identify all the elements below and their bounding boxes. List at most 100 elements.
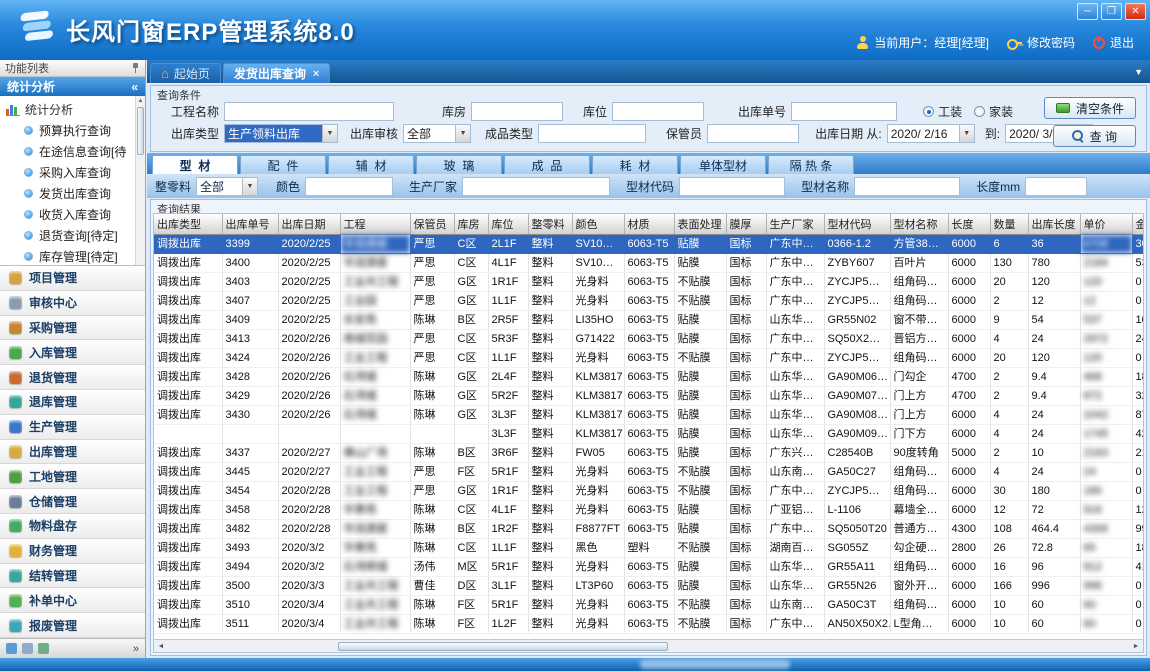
sidebar-menu-item[interactable]: 采购管理 [0, 316, 145, 341]
material-tab[interactable]: 型 材 [152, 155, 238, 174]
table-row[interactable]: 调拨出库35002020/3/3工业共工程曹佳D区3L1F整料LT3P60606… [154, 576, 1144, 595]
column-header[interactable]: 出库日期 [278, 214, 340, 234]
column-header[interactable]: 出库单号 [222, 214, 278, 234]
sidebar-menu-item[interactable]: 结转管理 [0, 564, 145, 589]
logout-button[interactable]: 退出 [1093, 34, 1134, 51]
horizontal-scrollbar[interactable]: ◄ ► [154, 639, 1143, 652]
table-row[interactable]: 调拨出库34092020/2/25长安苑陈琳B区2R5F整料LI35HO6063… [154, 310, 1144, 329]
tree-item[interactable]: 采购入库查询 [4, 162, 145, 183]
column-header[interactable]: 膜厚 [726, 214, 766, 234]
sidebar-menu-item[interactable]: 报废管理 [0, 613, 145, 638]
tree-item[interactable]: 收货入库查询 [4, 204, 145, 225]
sidebar-menu-item[interactable]: 物料盘存 [0, 514, 145, 539]
location-input[interactable] [612, 102, 704, 121]
tab-list-caret-icon[interactable]: ▼ [1134, 67, 1143, 77]
column-header[interactable]: 单价 [1080, 214, 1132, 234]
chevron-down-icon[interactable] [242, 178, 257, 195]
tree-item[interactable]: 发货出库查询 [4, 183, 145, 204]
column-header[interactable]: 生产厂家 [766, 214, 824, 234]
column-header[interactable]: 库位 [488, 214, 528, 234]
material-tab[interactable]: 成 品 [504, 155, 590, 174]
column-header[interactable]: 数量 [990, 214, 1028, 234]
tree-item[interactable]: 退货查询[待定] [4, 225, 145, 246]
scroll-right-icon[interactable]: ► [1129, 643, 1143, 650]
material-tab[interactable]: 单体型材 [680, 155, 766, 174]
accordion-statistics[interactable]: 统计分析 « [0, 77, 145, 96]
table-row[interactable]: 调拨出库34242020/2/26工业工程严思C区1L1F整料光身料6063-T… [154, 348, 1144, 367]
pin-icon[interactable] [131, 63, 140, 73]
sidebar-menu-item[interactable]: 补单中心 [0, 588, 145, 613]
sidebar-menu-item[interactable]: 生产管理 [0, 415, 145, 440]
column-header[interactable]: 出库长度 [1028, 214, 1080, 234]
table-row[interactable]: 3L3F整料KLM38176063-T5贴膜国标山东华…GA90M09…门下方6… [154, 424, 1144, 443]
table-row[interactable]: 调拨出库34072020/2/25工业园严思G区1L1F整料光身料6063-T5… [154, 291, 1144, 310]
material-tab[interactable]: 配 件 [240, 155, 326, 174]
tab-close-icon[interactable]: × [311, 68, 319, 80]
outbound-type-select[interactable]: 生产领料出库 [224, 124, 338, 143]
column-header[interactable]: 型材代码 [824, 214, 890, 234]
minimize-button[interactable]: ─ [1077, 3, 1098, 20]
warehouse-input[interactable] [471, 102, 563, 121]
table-row[interactable]: 调拨出库34822020/2/28华润源居陈琳B区1R2F整料F8877FT60… [154, 519, 1144, 538]
column-header[interactable]: 保管员 [410, 214, 454, 234]
footer-list-icon[interactable] [22, 643, 33, 654]
footer-tools-icon[interactable] [38, 643, 49, 654]
column-header[interactable]: 金额 [1132, 214, 1144, 234]
tree-item[interactable]: 在途信息查询[待 [4, 141, 145, 162]
column-header[interactable]: 库房 [454, 214, 488, 234]
manufacturer-input[interactable] [462, 177, 610, 196]
scroll-left-icon[interactable]: ◄ [154, 643, 168, 650]
sidebar-menu-item[interactable]: 出库管理 [0, 440, 145, 465]
tree-scrollbar[interactable]: ▲ [135, 96, 145, 265]
tab-start-page[interactable]: ⌂ 起始页 [150, 63, 221, 83]
product-type-input[interactable] [538, 124, 646, 143]
material-tab[interactable]: 隔 热 条 [768, 155, 854, 174]
sidebar-menu-item[interactable]: 审核中心 [0, 291, 145, 316]
profile-code-input[interactable] [679, 177, 785, 196]
table-row[interactable]: 调拨出库34292020/2/26石湾城陈琳G区5R2F整料KLM3817606… [154, 386, 1144, 405]
column-header[interactable]: 颜色 [572, 214, 624, 234]
sidebar-menu-item[interactable]: 退库管理 [0, 390, 145, 415]
color-input[interactable] [305, 177, 393, 196]
scroll-up-icon[interactable]: ▲ [136, 96, 145, 106]
sidebar-menu-item[interactable]: 仓储管理 [0, 489, 145, 514]
project-name-input[interactable] [224, 102, 394, 121]
column-header[interactable]: 工程 [340, 214, 410, 234]
table-row[interactable]: 调拨出库34582020/2/28华景苑陈琳C区4L1F整料光身料6063-T5… [154, 500, 1144, 519]
material-tab[interactable]: 玻 璃 [416, 155, 502, 174]
audit-select[interactable]: 全部 [403, 124, 471, 143]
table-row[interactable]: 调拨出库34302020/2/26石湾城陈琳G区3L3F整料KLM3817606… [154, 405, 1144, 424]
column-header[interactable]: 材质 [624, 214, 674, 234]
table-row[interactable]: 调拨出库33992020/2/25华润源居严思C区2L1F整料SV10…6063… [154, 234, 1144, 253]
keeper-input[interactable] [707, 124, 799, 143]
material-tab[interactable]: 耗 材 [592, 155, 678, 174]
clear-conditions-button[interactable]: 清空条件 [1044, 97, 1136, 119]
table-row[interactable]: 调拨出库34132020/2/26南城花园严思C区5R3F整料G71422606… [154, 329, 1144, 348]
column-header[interactable]: 表面处理 [674, 214, 726, 234]
close-button[interactable]: ✕ [1125, 3, 1146, 20]
chevron-down-icon[interactable] [455, 125, 470, 142]
sidebar-menu-item[interactable]: 入库管理 [0, 340, 145, 365]
table-row[interactable]: 调拨出库34932020/3/2华景苑陈琳C区1L1F整料黑色塑料不贴膜国标湖南… [154, 538, 1144, 557]
scrollbar-thumb[interactable] [338, 642, 668, 651]
sidebar-menu-item[interactable]: 工地管理 [0, 464, 145, 489]
table-row[interactable]: 调拨出库34942020/3/2石湾辉城汤伟M区5R1F整料光身料6063-T5… [154, 557, 1144, 576]
date-from-picker[interactable]: 2020/ 2/16 [887, 124, 975, 143]
material-tab[interactable]: 辅 材 [328, 155, 414, 174]
tree-item[interactable]: 库存管理[待定] [4, 246, 145, 266]
table-row[interactable]: 调拨出库34002020/2/25华润源居严思C区4L1F整料SV10…6063… [154, 253, 1144, 272]
expand-icon[interactable]: » [133, 643, 139, 655]
sidebar-menu-item[interactable]: 退货管理 [0, 365, 145, 390]
chevron-down-icon[interactable] [959, 125, 974, 142]
radio-jiazhuang[interactable] [974, 106, 985, 117]
profile-name-input[interactable] [854, 177, 960, 196]
table-row[interactable]: 调拨出库34372020/2/27佛山广场陈琳B区3R6F整料FW056063-… [154, 443, 1144, 462]
collapse-icon[interactable]: « [131, 80, 138, 94]
tree-item[interactable]: 预算执行查询 [4, 120, 145, 141]
maximize-button[interactable]: ❐ [1101, 3, 1122, 20]
tab-shipping-outbound-query[interactable]: 发货出库查询 × [223, 63, 330, 83]
table-row[interactable]: 调拨出库34282020/2/26石湾城陈琳G区2L4F整料KLM3817606… [154, 367, 1144, 386]
footer-panel-icon[interactable] [6, 643, 17, 654]
change-password-link[interactable]: 修改密码 [1007, 34, 1075, 51]
table-row[interactable]: 调拨出库34032020/2/25工业共工程严思G区1R1F整料光身料6063-… [154, 272, 1144, 291]
